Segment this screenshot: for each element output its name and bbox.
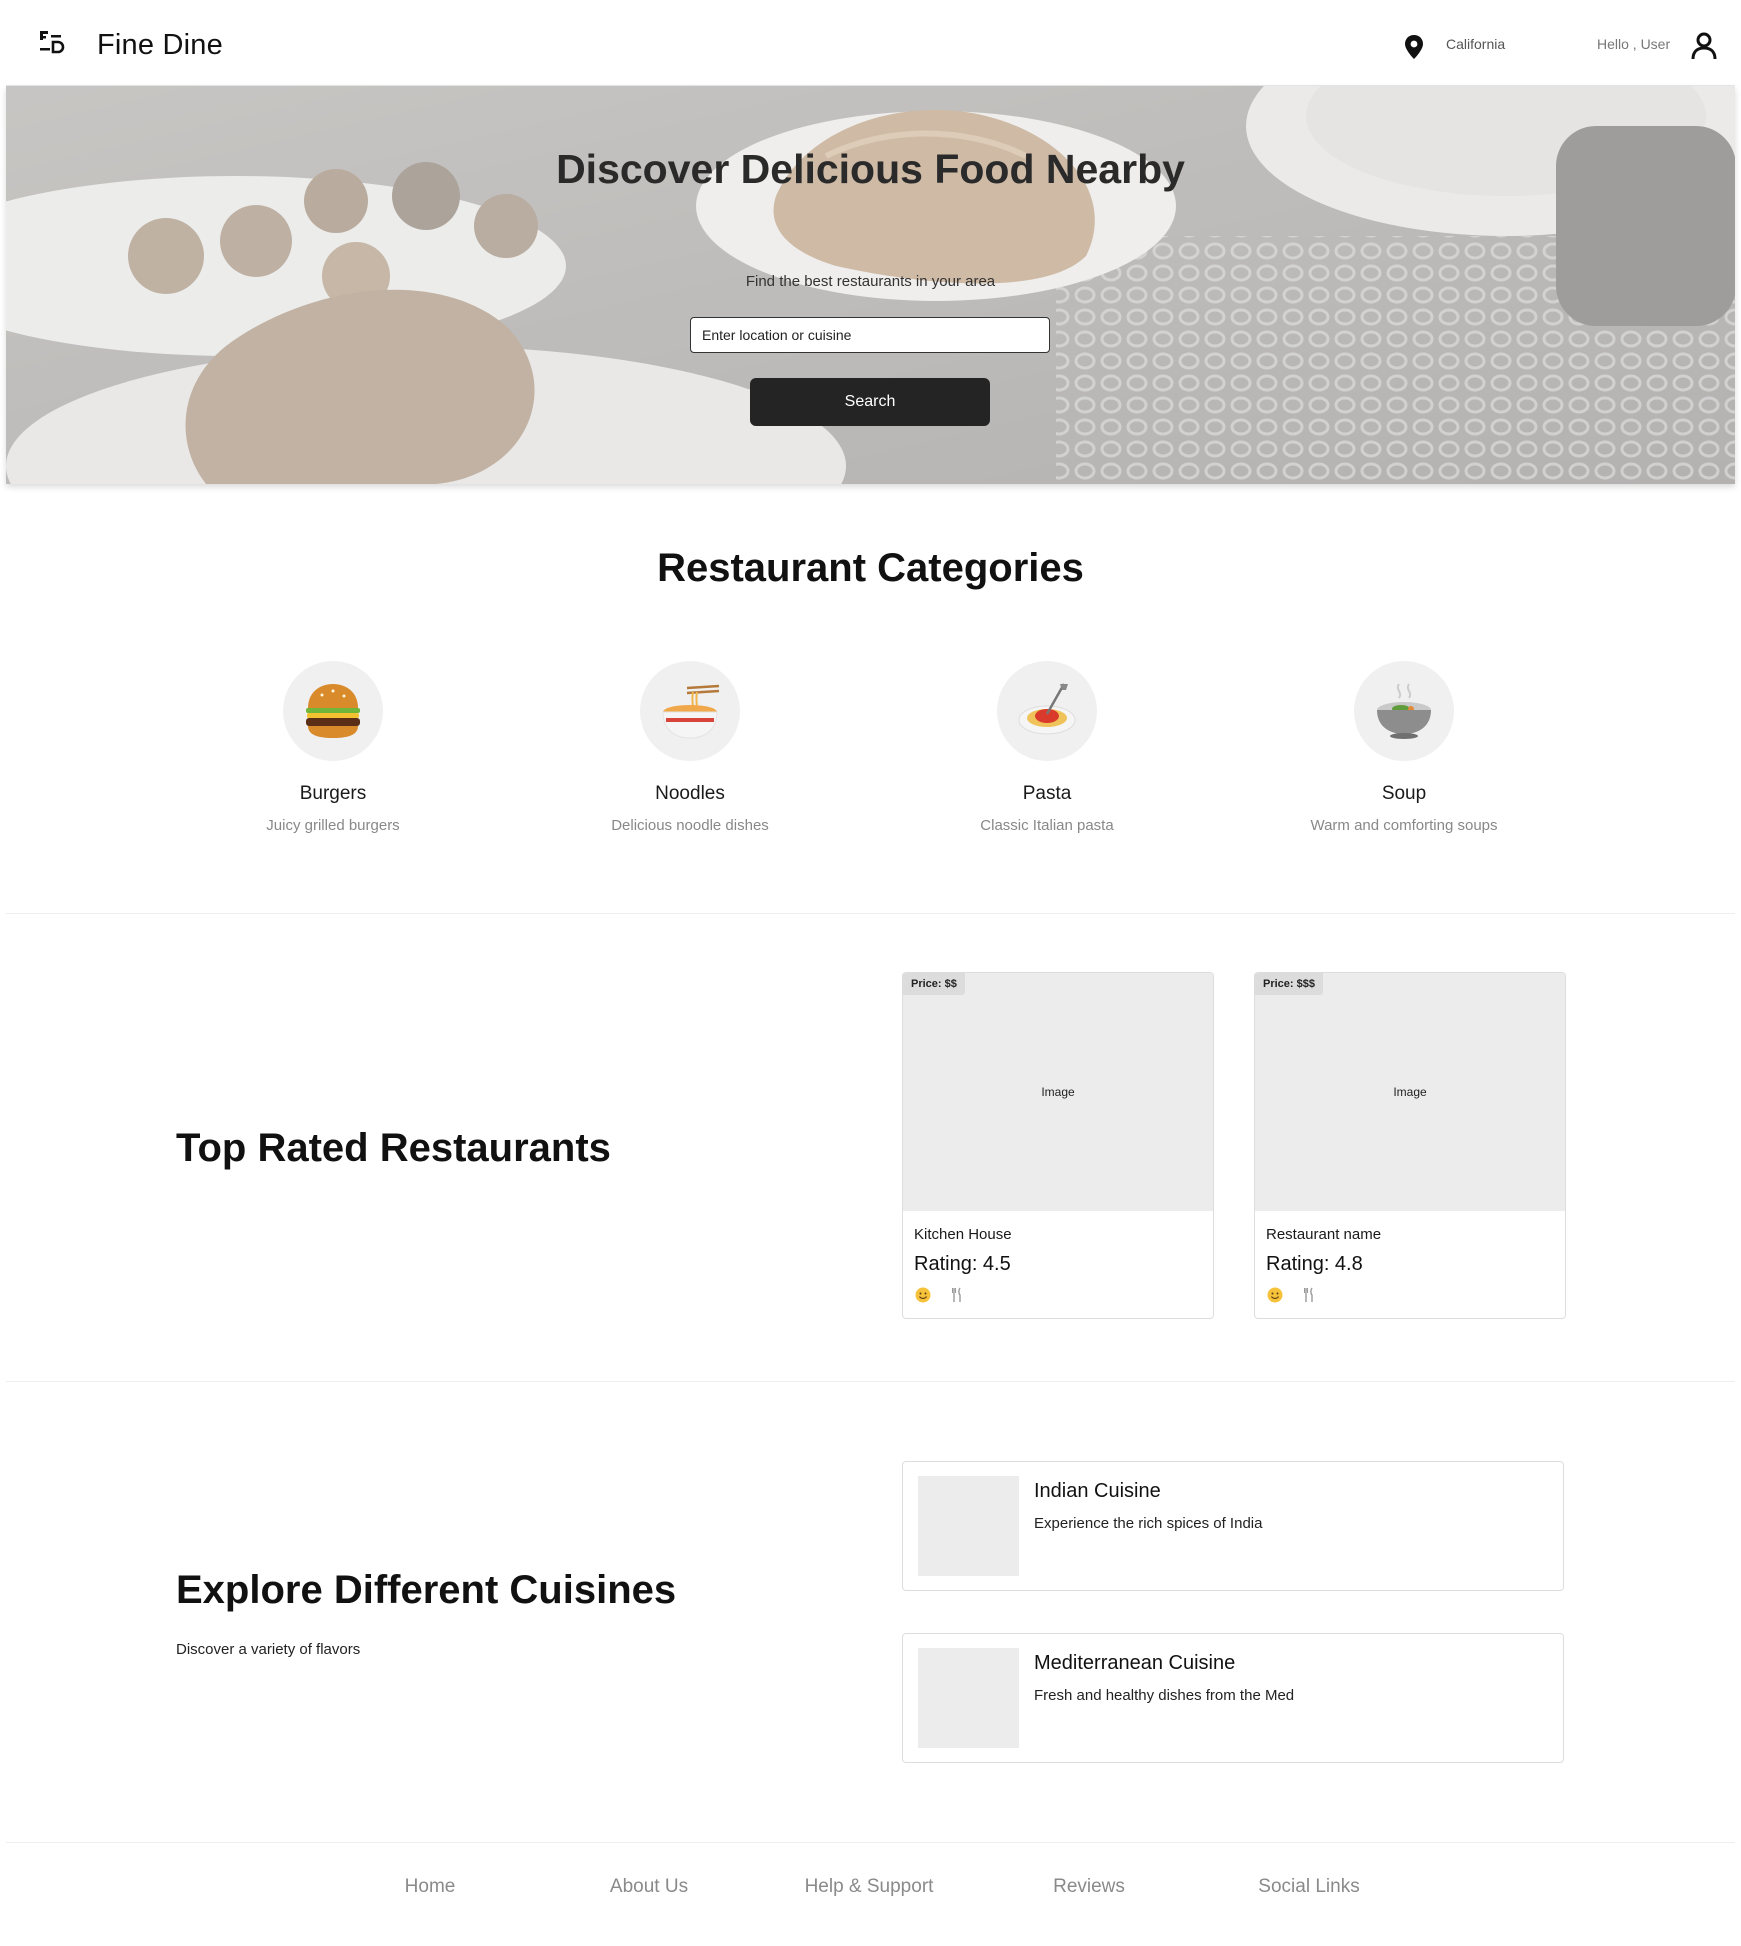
category-description: Classic Italian pasta [980, 817, 1114, 834]
user-greeting: Hello , User [1597, 36, 1671, 52]
footer-divider [6, 1842, 1735, 1843]
cuisine-card[interactable]: Mediterranean Cuisine Fresh and healthy … [902, 1633, 1564, 1763]
section-divider [6, 913, 1735, 914]
category-soup[interactable]: Soup Warm and comforting soups [1254, 661, 1554, 834]
page: Fine Dine California Hello , User Discov… [6, 6, 1735, 1940]
image-label: Image [1041, 1085, 1075, 1099]
cuisines-subtitle: Discover a variety of flavors [176, 1641, 361, 1658]
cuisines-title: Explore Different Cuisines [176, 1568, 677, 1612]
restaurant-icons [1267, 1287, 1317, 1303]
restaurant-rating: Rating: 4.5 [914, 1253, 1011, 1275]
cuisine-description: Experience the rich spices of India [1034, 1515, 1263, 1532]
category-name: Soup [1381, 783, 1427, 804]
category-name: Noodles [655, 783, 725, 804]
categories-title: Restaurant Categories [657, 546, 1084, 590]
category-burgers[interactable]: Burgers Juicy grilled burgers [183, 661, 483, 834]
location-pin-icon[interactable] [1403, 34, 1425, 60]
footer-link-about-us[interactable]: About Us [610, 1876, 688, 1898]
smiley-icon[interactable] [1267, 1287, 1283, 1303]
top-rated-title: Top Rated Restaurants [176, 1126, 611, 1170]
user-account-icon[interactable] [1691, 32, 1717, 60]
fork-knife-icon[interactable] [949, 1287, 965, 1303]
smiley-icon[interactable] [915, 1287, 931, 1303]
location-cuisine-search-input[interactable] [690, 317, 1050, 353]
category-name: Pasta [1022, 783, 1072, 804]
image-label: Image [1393, 1085, 1427, 1099]
restaurant-image-placeholder[interactable]: Image [1255, 973, 1565, 1211]
category-description: Delicious noodle dishes [611, 817, 769, 834]
category-noodles[interactable]: Noodles Delicious noodle dishes [540, 661, 840, 834]
header: Fine Dine California Hello , User [6, 6, 1735, 86]
category-description: Warm and comforting soups [1310, 817, 1498, 834]
pasta-icon [1018, 683, 1076, 735]
category-pasta[interactable]: Pasta Classic Italian pasta [897, 661, 1197, 834]
cuisine-image-placeholder[interactable] [918, 1648, 1019, 1748]
brand-name[interactable]: Fine Dine [97, 29, 223, 62]
fork-knife-icon[interactable] [1301, 1287, 1317, 1303]
footer-link-help-support[interactable]: Help & Support [805, 1876, 934, 1898]
cuisine-title[interactable]: Indian Cuisine [1034, 1480, 1161, 1503]
price-badge: Price: $$ [903, 973, 965, 995]
noodles-icon [662, 684, 720, 739]
restaurant-image-placeholder[interactable]: Image [903, 973, 1213, 1211]
category-description: Juicy grilled burgers [266, 817, 400, 834]
restaurant-name[interactable]: Kitchen House [914, 1226, 1012, 1243]
category-name: Burgers [299, 783, 367, 804]
category-icon-circle[interactable] [997, 661, 1097, 761]
price-badge: Price: $$$ [1255, 973, 1323, 995]
footer-link-home[interactable]: Home [405, 1876, 456, 1898]
footer-link-reviews[interactable]: Reviews [1053, 1876, 1125, 1898]
restaurant-card[interactable]: Image Price: $$$ Restaurant name Rating:… [1254, 972, 1566, 1319]
location-label[interactable]: California [1446, 36, 1505, 52]
category-icon-circle[interactable] [283, 661, 383, 761]
cuisine-image-placeholder[interactable] [918, 1476, 1019, 1576]
cuisine-description: Fresh and healthy dishes from the Med [1034, 1687, 1295, 1704]
restaurant-card[interactable]: Image Price: $$ Kitchen House Rating: 4.… [902, 972, 1214, 1319]
section-divider [6, 1381, 1735, 1382]
hero-title: Discover Delicious Food Nearby [556, 146, 1185, 192]
restaurant-name[interactable]: Restaurant name [1266, 1226, 1381, 1243]
cuisine-card[interactable]: Indian Cuisine Experience the rich spice… [902, 1461, 1564, 1591]
restaurant-rating: Rating: 4.8 [1266, 1253, 1363, 1275]
footer-link-social-links[interactable]: Social Links [1258, 1876, 1359, 1898]
cuisine-title[interactable]: Mediterranean Cuisine [1034, 1652, 1235, 1675]
restaurant-icons [915, 1287, 965, 1303]
burger-icon [306, 684, 360, 738]
soup-icon [1377, 683, 1431, 739]
hero-banner: Discover Delicious Food Nearby Find the … [6, 86, 1735, 484]
category-icon-circle[interactable] [640, 661, 740, 761]
fine-dine-logo-icon[interactable] [38, 28, 68, 58]
category-icon-circle[interactable] [1354, 661, 1454, 761]
search-button[interactable]: Search [750, 378, 990, 426]
hero-subtitle: Find the best restaurants in your area [745, 273, 996, 290]
